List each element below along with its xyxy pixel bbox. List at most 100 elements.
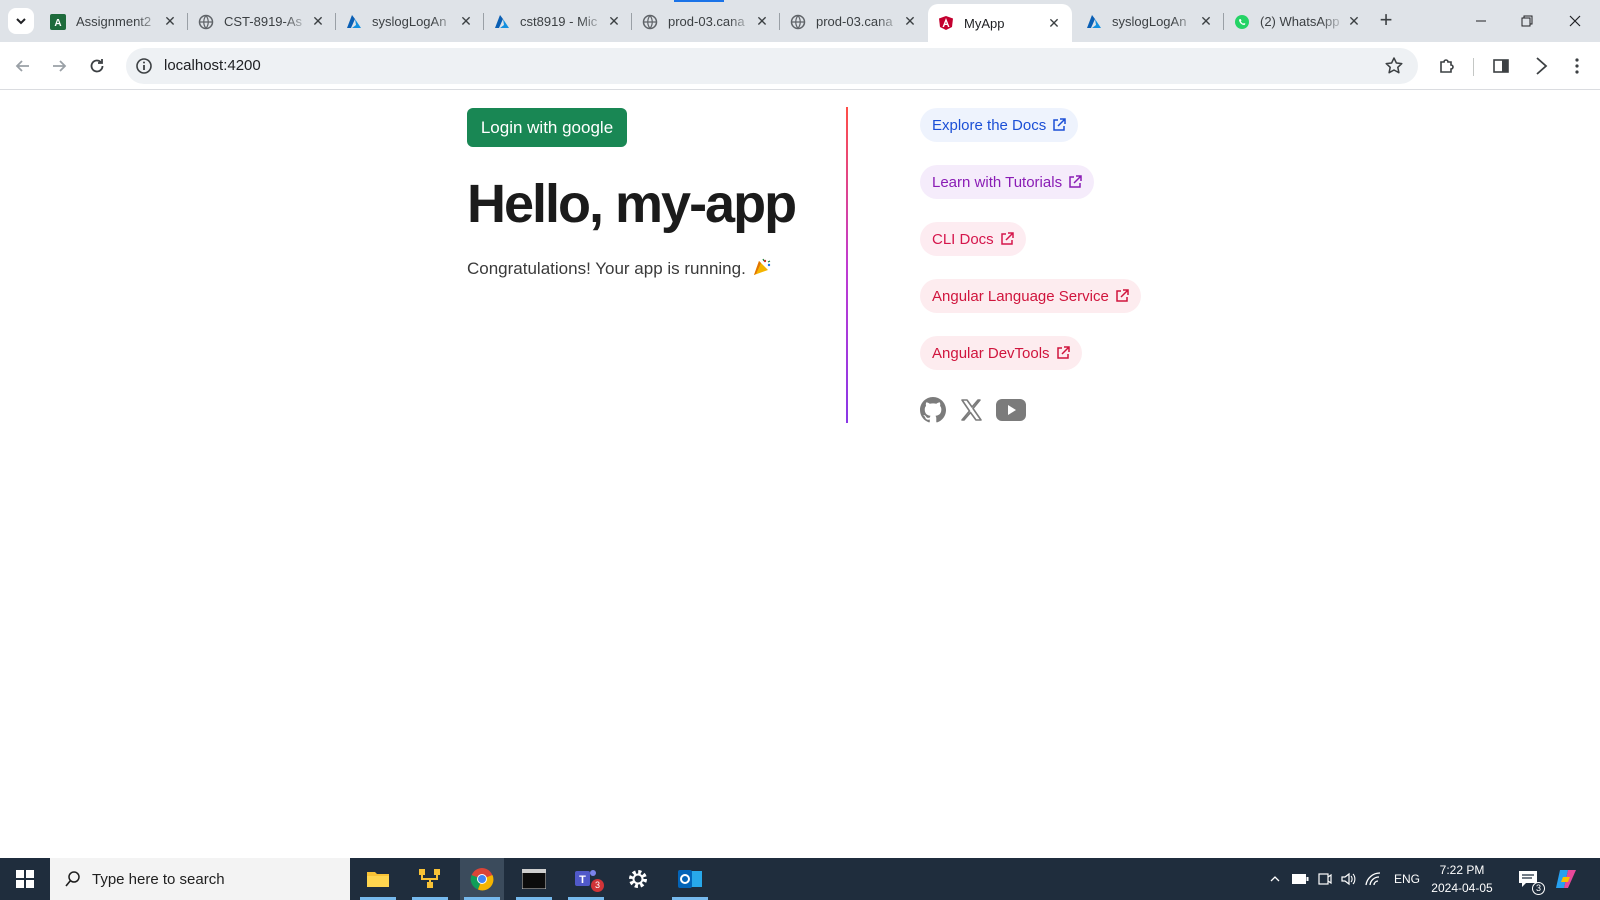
tab-7[interactable]: syslogLogAn ✕	[1076, 5, 1224, 38]
show-hidden-icons-button[interactable]	[1264, 858, 1286, 900]
tab-4[interactable]: prod-03.cana ✕	[632, 5, 780, 38]
taskbar-file-explorer[interactable]	[356, 858, 400, 900]
new-tab-button[interactable]: +	[1374, 9, 1398, 33]
taskbar-chrome[interactable]	[460, 858, 504, 900]
taskbar-network-app[interactable]	[408, 858, 452, 900]
address-bar[interactable]: localhost:4200	[126, 48, 1418, 84]
back-button[interactable]	[8, 51, 38, 81]
notification-center-button[interactable]: 3	[1512, 858, 1545, 900]
tab-6-active[interactable]: MyApp ✕	[928, 4, 1072, 42]
close-tab-icon[interactable]: ✕	[458, 13, 474, 30]
network-diagram-icon	[419, 869, 440, 888]
external-link-icon	[1053, 118, 1066, 131]
learn-tutorials-link[interactable]: Learn with Tutorials	[920, 165, 1095, 199]
taskbar-outlook[interactable]	[668, 858, 712, 900]
terminal-icon	[522, 869, 546, 889]
copilot-button[interactable]	[1550, 858, 1582, 900]
tab-title: cst8919 - Mic	[520, 14, 598, 29]
side-panel-button[interactable]	[1490, 55, 1512, 77]
link-label: Angular Language Service	[932, 287, 1109, 305]
taskbar-settings[interactable]	[616, 858, 660, 900]
link-label: Angular DevTools	[932, 344, 1050, 362]
network-tray-icon[interactable]	[1362, 858, 1384, 900]
close-icon	[1569, 15, 1581, 27]
language-indicator[interactable]: ENG	[1392, 858, 1422, 900]
link-label: Explore the Docs	[932, 116, 1047, 134]
link-label: Learn with Tutorials	[932, 173, 1063, 191]
device-tray-icon[interactable]	[1314, 858, 1336, 900]
browser-tab-strip: A Assignment2 ✕ CST-8919-As ✕ syslogLogA…	[0, 0, 1600, 42]
close-tab-icon[interactable]: ✕	[1046, 15, 1062, 32]
close-tab-icon[interactable]: ✕	[310, 13, 326, 30]
tab-2[interactable]: syslogLogAn ✕	[336, 5, 484, 38]
angular-icon	[938, 15, 954, 31]
github-icon[interactable]	[919, 396, 947, 424]
angular-devtools-link[interactable]: Angular DevTools	[920, 336, 1082, 370]
battery-tray-icon[interactable]	[1288, 858, 1312, 900]
close-tab-icon[interactable]: ✕	[754, 13, 770, 30]
tab-title: syslogLogAn	[372, 14, 447, 29]
close-window-button[interactable]	[1552, 6, 1598, 36]
forward-button[interactable]	[44, 51, 74, 81]
tab-title: MyApp	[964, 15, 1005, 31]
bookmark-star-icon[interactable]	[1384, 56, 1404, 76]
taskbar-teams[interactable]: T 3	[564, 858, 608, 900]
congrats-message: Congratulations! Your app is running.	[467, 257, 772, 282]
tab-1[interactable]: CST-8919-As ✕	[188, 5, 336, 38]
tab-search-button[interactable]	[8, 8, 34, 34]
folder-icon	[367, 872, 389, 887]
wifi-icon	[1365, 872, 1381, 886]
x-icon[interactable]	[957, 396, 985, 424]
side-panel-icon	[1493, 59, 1509, 73]
browser-menu-button[interactable]	[1566, 55, 1588, 77]
globe-icon	[642, 14, 658, 30]
volume-tray-icon[interactable]	[1338, 858, 1360, 900]
close-tab-icon[interactable]: ✕	[902, 13, 918, 30]
start-button[interactable]	[0, 858, 50, 900]
taskbar-search-box[interactable]: Type here to search	[50, 858, 350, 900]
search-placeholder: Type here to search	[92, 870, 225, 888]
tab-3[interactable]: cst8919 - Mic ✕	[484, 5, 632, 38]
tab-8[interactable]: (2) WhatsApp ✕	[1224, 5, 1372, 38]
site-info-icon[interactable]	[135, 57, 153, 75]
tab-title: prod-03.cana	[816, 14, 893, 29]
forward-arrow-button[interactable]	[1530, 55, 1552, 77]
taskbar-clock[interactable]: 7:22 PM 2024-04-05	[1424, 861, 1500, 897]
tab-5[interactable]: prod-03.cana ✕	[780, 5, 928, 38]
toolbar-separator	[1473, 58, 1474, 76]
chrome-icon	[470, 868, 494, 891]
notification-count: 3	[1532, 882, 1545, 895]
teams-badge: 3	[591, 879, 604, 892]
url-text[interactable]: localhost:4200	[164, 57, 261, 74]
browser-toolbar: localhost:4200	[0, 42, 1600, 90]
minimize-button[interactable]	[1458, 6, 1504, 36]
link-label: CLI Docs	[932, 230, 994, 248]
tab-0[interactable]: A Assignment2 ✕	[40, 5, 188, 38]
taskbar-terminal[interactable]	[512, 858, 556, 900]
congrats-text: Congratulations! Your app is running.	[467, 259, 746, 278]
tab-title: (2) WhatsApp	[1260, 14, 1340, 29]
close-tab-icon[interactable]: ✕	[162, 13, 178, 30]
close-tab-icon[interactable]: ✕	[1346, 13, 1362, 30]
login-with-google-button[interactable]: Login with google	[467, 108, 627, 147]
youtube-icon[interactable]	[995, 396, 1027, 424]
tab-title: syslogLogAn	[1112, 14, 1187, 29]
page-title: Hello, my-app	[467, 174, 797, 234]
restore-button[interactable]	[1504, 6, 1550, 36]
azure-icon	[346, 14, 362, 30]
globe-icon	[790, 14, 806, 30]
extensions-button[interactable]	[1436, 55, 1458, 77]
windows-taskbar: Type here to search T 3 ENG 7:22 PM 2024…	[0, 858, 1600, 900]
reload-icon	[90, 59, 104, 73]
party-popper-icon	[752, 257, 772, 282]
vertical-divider	[846, 107, 848, 423]
explore-docs-link[interactable]: Explore the Docs	[920, 108, 1079, 142]
cli-docs-link[interactable]: CLI Docs	[920, 222, 1026, 256]
meet-now-icon	[1318, 873, 1332, 885]
close-tab-icon[interactable]: ✕	[606, 13, 622, 30]
close-tab-icon[interactable]: ✕	[1198, 13, 1214, 30]
puzzle-icon	[1440, 59, 1454, 73]
copilot-icon	[1556, 870, 1576, 888]
angular-language-service-link[interactable]: Angular Language Service	[920, 279, 1141, 313]
reload-button[interactable]	[82, 51, 112, 81]
